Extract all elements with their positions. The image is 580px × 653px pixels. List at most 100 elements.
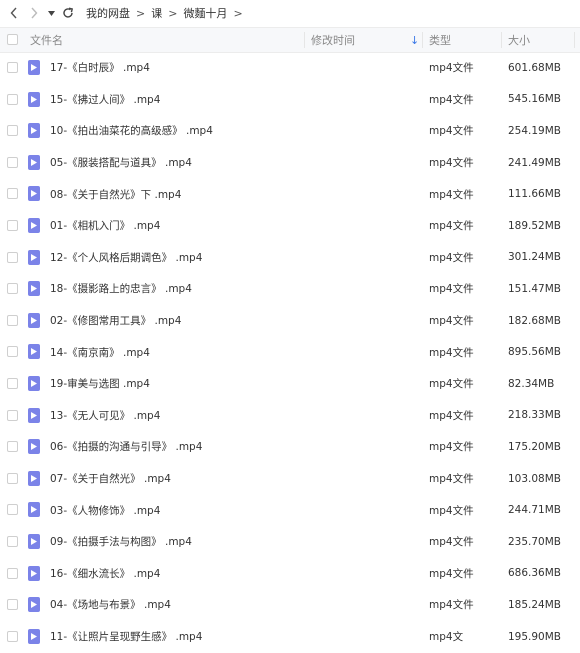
file-row[interactable]: 10-《拍出油菜花的高级感》 .mp4 mp4文件 254.19MB xyxy=(0,115,580,147)
row-checkbox[interactable] xyxy=(7,409,18,421)
file-name[interactable]: 09-《拍摄手法与构图》 .mp4 xyxy=(50,526,192,558)
file-name[interactable]: 12-《个人风格后期调色》 .mp4 xyxy=(50,242,202,274)
file-row[interactable]: 17-《白时辰》 .mp4 mp4文件 601.68MB xyxy=(0,52,580,84)
file-name[interactable]: 15-《拂过人间》 .mp4 xyxy=(50,84,160,116)
file-row[interactable]: 02-《修图常用工具》 .mp4 mp4文件 182.68MB xyxy=(0,305,580,337)
file-row[interactable]: 06-《拍摄的沟通与引导》 .mp4 mp4文件 175.20MB xyxy=(0,431,580,463)
video-file-icon xyxy=(28,344,40,360)
file-type: mp4文件 xyxy=(429,62,474,75)
file-row[interactable]: 08-《关于自然光》下 .mp4 mp4文件 111.66MB xyxy=(0,178,580,210)
file-type: mp4文件 xyxy=(429,251,474,264)
column-filename[interactable]: 文件名 xyxy=(30,28,300,52)
caret-down-icon xyxy=(47,10,55,16)
file-name[interactable]: 07-《关于自然光》 .mp4 xyxy=(50,463,171,495)
video-file-icon xyxy=(28,407,40,423)
breadcrumb: 我的网盘 > 课 > 微麵十月 > xyxy=(86,5,249,21)
file-name[interactable]: 02-《修图常用工具》 .mp4 xyxy=(50,305,181,337)
file-row[interactable]: 14-《南京南》 .mp4 mp4文件 895.56MB xyxy=(0,336,580,368)
file-name[interactable]: 05-《服装搭配与道具》 .mp4 xyxy=(50,147,192,179)
video-file-icon xyxy=(28,186,40,202)
row-checkbox[interactable] xyxy=(7,567,18,579)
row-checkbox[interactable] xyxy=(7,630,18,642)
file-size: 895.56MB xyxy=(508,346,562,359)
row-checkbox[interactable] xyxy=(7,472,18,484)
file-size: 254.19MB xyxy=(508,124,562,137)
file-name[interactable]: 01-《相机入门》 .mp4 xyxy=(50,210,160,242)
column-size-label: 大小 xyxy=(508,34,530,47)
refresh-button[interactable] xyxy=(58,2,78,24)
file-name[interactable]: 04-《场地与布景》 .mp4 xyxy=(50,589,171,621)
file-row[interactable]: 18-《摄影路上的忠言》 .mp4 mp4文件 151.47MB xyxy=(0,273,580,305)
history-dropdown[interactable] xyxy=(44,2,58,24)
file-name[interactable]: 16-《细水流长》 .mp4 xyxy=(50,558,160,590)
file-name[interactable]: 08-《关于自然光》下 .mp4 xyxy=(50,178,181,210)
column-divider[interactable] xyxy=(422,32,423,48)
video-file-icon xyxy=(28,534,40,549)
video-file-icon xyxy=(28,628,40,644)
file-row[interactable]: 09-《拍摄手法与构图》 .mp4 mp4文件 235.70MB xyxy=(0,526,580,558)
back-button[interactable] xyxy=(4,2,24,24)
column-divider[interactable] xyxy=(501,32,502,48)
file-size: 175.20MB xyxy=(508,440,562,453)
file-row[interactable]: 16-《细水流长》 .mp4 mp4文件 686.36MB xyxy=(0,558,580,590)
file-name[interactable]: 03-《人物修饰》 .mp4 xyxy=(50,494,160,526)
row-checkbox[interactable] xyxy=(7,378,18,389)
column-filename-label: 文件名 xyxy=(30,34,63,47)
sort-arrow-icon: ↓ xyxy=(410,33,420,47)
file-row[interactable]: 12-《个人风格后期调色》 .mp4 mp4文件 301.24MB xyxy=(0,242,580,274)
column-divider[interactable] xyxy=(574,32,575,48)
chevron-right-icon xyxy=(31,7,38,19)
row-checkbox[interactable] xyxy=(7,93,18,105)
file-type: mp4文件 xyxy=(429,188,474,201)
file-size: 244.71MB xyxy=(508,504,562,517)
column-modified[interactable]: 修改时间 ↓ xyxy=(311,28,419,52)
row-checkbox[interactable] xyxy=(7,504,18,516)
file-type: mp4文 xyxy=(429,631,464,644)
column-divider[interactable] xyxy=(304,32,305,48)
file-name[interactable]: 11-《让照片呈现野生感》 .mp4 xyxy=(50,621,202,653)
file-name[interactable]: 18-《摄影路上的忠言》 .mp4 xyxy=(50,273,192,305)
breadcrumb-item-course[interactable]: 课 xyxy=(151,5,162,21)
row-checkbox[interactable] xyxy=(7,251,18,263)
video-file-icon xyxy=(28,597,40,613)
file-type: mp4文件 xyxy=(429,599,474,612)
file-name[interactable]: 19-审美与选图 .mp4 xyxy=(50,368,150,400)
file-row[interactable]: 07-《关于自然光》 .mp4 mp4文件 103.08MB xyxy=(0,463,580,495)
file-row[interactable]: 01-《相机入门》 .mp4 mp4文件 189.52MB xyxy=(0,210,580,242)
breadcrumb-item-current-folder[interactable]: 微麵十月 xyxy=(183,5,227,21)
file-row[interactable]: 13-《无人可见》 .mp4 mp4文件 218.33MB xyxy=(0,400,580,432)
video-file-icon xyxy=(28,60,40,75)
row-checkbox[interactable] xyxy=(7,283,18,295)
file-name[interactable]: 17-《白时辰》 .mp4 xyxy=(50,52,150,84)
column-size[interactable]: 大小 xyxy=(508,28,574,52)
select-all-checkbox[interactable] xyxy=(7,34,18,45)
row-checkbox[interactable] xyxy=(7,156,18,168)
file-row[interactable]: 04-《场地与布景》 .mp4 mp4文件 185.24MB xyxy=(0,589,580,621)
row-checkbox[interactable] xyxy=(7,346,18,358)
file-row[interactable]: 11-《让照片呈现野生感》 .mp4 mp4文 195.90MB xyxy=(0,621,580,653)
file-size: 182.68MB xyxy=(508,314,562,327)
file-name[interactable]: 10-《拍出油菜花的高级感》 .mp4 xyxy=(50,115,213,147)
file-row[interactable]: 15-《拂过人间》 .mp4 mp4文件 545.16MB xyxy=(0,84,580,116)
file-name[interactable]: 06-《拍摄的沟通与引导》 .mp4 xyxy=(50,431,202,463)
file-row[interactable]: 19-审美与选图 .mp4 mp4文件 82.34MB xyxy=(0,368,580,400)
file-size: 601.68MB xyxy=(508,61,562,74)
breadcrumb-separator: > xyxy=(136,6,146,20)
file-row[interactable]: 03-《人物修饰》 .mp4 mp4文件 244.71MB xyxy=(0,494,580,526)
chevron-left-icon xyxy=(10,7,17,19)
row-checkbox[interactable] xyxy=(7,536,18,547)
row-checkbox[interactable] xyxy=(7,314,18,326)
row-checkbox[interactable] xyxy=(7,599,18,611)
row-checkbox[interactable] xyxy=(7,441,18,453)
row-checkbox[interactable] xyxy=(7,188,18,200)
row-checkbox[interactable] xyxy=(7,220,18,231)
column-type[interactable]: 类型 xyxy=(429,28,499,52)
file-name[interactable]: 13-《无人可见》 .mp4 xyxy=(50,400,160,432)
file-name[interactable]: 14-《南京南》 .mp4 xyxy=(50,336,150,368)
forward-button[interactable] xyxy=(24,2,44,24)
row-checkbox[interactable] xyxy=(7,125,18,137)
video-file-icon xyxy=(28,439,40,455)
row-checkbox[interactable] xyxy=(7,62,18,73)
file-row[interactable]: 05-《服装搭配与道具》 .mp4 mp4文件 241.49MB xyxy=(0,147,580,179)
breadcrumb-item-my-netdisk[interactable]: 我的网盘 xyxy=(86,5,130,21)
